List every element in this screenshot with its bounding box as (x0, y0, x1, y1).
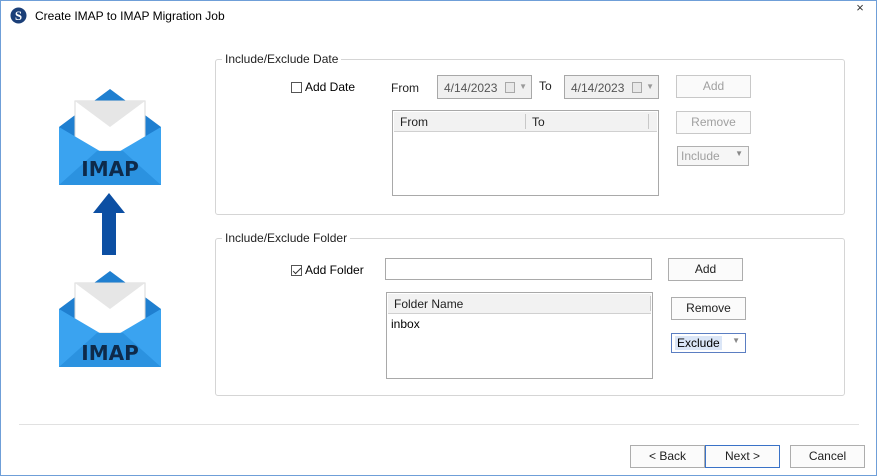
add-date-checkbox-box[interactable] (291, 81, 302, 93)
imap-top-label: IMAP (81, 157, 138, 181)
remove-date-button[interactable]: Remove (676, 111, 751, 134)
column-header-to[interactable]: To (532, 115, 545, 129)
cancel-button[interactable]: Cancel (790, 445, 865, 468)
close-button[interactable]: × (849, 1, 871, 17)
folder-table[interactable]: Folder Name inbox (386, 292, 653, 379)
chevron-down-icon: ▼ (646, 82, 654, 91)
add-date-label: Add Date (305, 80, 356, 94)
folder-name-input[interactable] (385, 258, 652, 280)
window-title: Create IMAP to IMAP Migration Job (35, 9, 225, 23)
column-separator[interactable] (650, 296, 651, 311)
date-mode-value: Include (681, 149, 720, 163)
imap-source-icon: IMAP (59, 271, 161, 367)
chevron-down-icon: ▼ (735, 149, 743, 158)
chevron-down-icon: ▼ (519, 82, 527, 91)
chevron-down-icon: ▼ (732, 336, 740, 345)
arrow-up-icon (93, 193, 125, 255)
date-range-table[interactable]: From To (392, 110, 659, 196)
folder-mode-value: Exclude (675, 336, 722, 350)
calendar-icon (632, 82, 642, 93)
column-separator[interactable] (648, 114, 649, 129)
add-folder-button[interactable]: Add (668, 258, 743, 281)
title-bar: S Create IMAP to IMAP Migration Job × (1, 1, 876, 31)
to-label: To (539, 79, 552, 93)
date-group-title: Include/Exclude Date (222, 52, 342, 66)
to-date-value: 4/14/2023 (571, 81, 625, 95)
add-folder-checkbox-box[interactable] (291, 264, 302, 276)
folder-mode-select[interactable]: Exclude ▼ (671, 333, 746, 353)
next-button[interactable]: Next > (705, 445, 780, 468)
svg-text:S: S (15, 8, 22, 23)
column-header-folder-name[interactable]: Folder Name (394, 297, 463, 311)
column-separator[interactable] (525, 114, 526, 129)
back-button[interactable]: < Back (630, 445, 705, 468)
add-date-button[interactable]: Add (676, 75, 751, 98)
date-mode-select[interactable]: Include ▼ (677, 146, 749, 166)
remove-folder-button[interactable]: Remove (671, 297, 746, 320)
imap-destination-icon: IMAP (59, 89, 161, 185)
date-table-header: From To (394, 112, 657, 132)
add-folder-label: Add Folder (305, 263, 364, 277)
from-date-value: 4/14/2023 (444, 81, 498, 95)
s-logo-icon: S (10, 7, 27, 24)
table-row[interactable]: inbox (391, 317, 420, 331)
add-folder-checkbox[interactable]: Add Folder (291, 263, 364, 277)
folder-table-header: Folder Name (388, 294, 651, 314)
footer-divider (19, 424, 859, 425)
to-date-picker[interactable]: 4/14/2023 ▼ (564, 75, 659, 99)
dialog-window: S Create IMAP to IMAP Migration Job × IM… (0, 0, 877, 476)
column-header-from[interactable]: From (400, 115, 428, 129)
folder-group-title: Include/Exclude Folder (222, 231, 351, 245)
calendar-icon (505, 82, 515, 93)
add-date-checkbox[interactable]: Add Date (291, 80, 355, 94)
from-label: From (391, 81, 419, 95)
from-date-picker[interactable]: 4/14/2023 ▼ (437, 75, 532, 99)
imap-bottom-label: IMAP (81, 341, 138, 365)
